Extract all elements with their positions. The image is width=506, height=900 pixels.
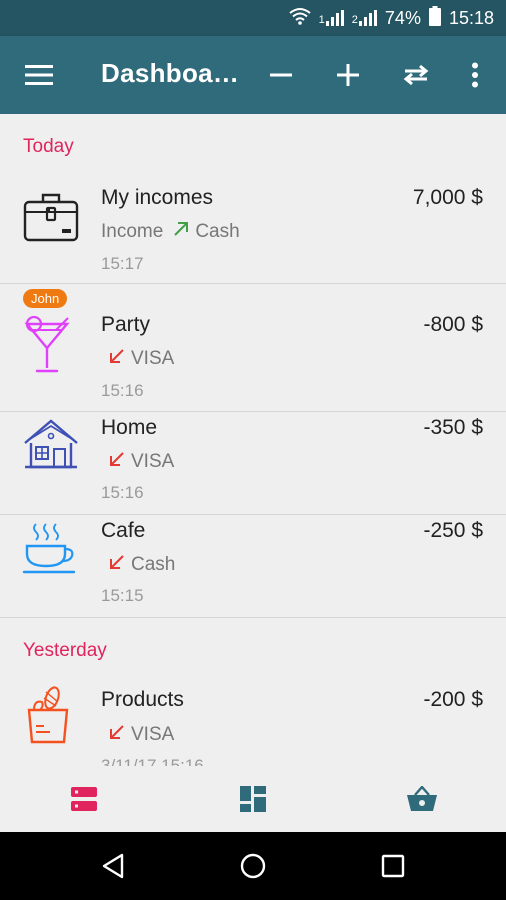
more-vert-icon[interactable] xyxy=(451,36,499,114)
arrow-down-left-icon xyxy=(109,554,125,576)
transaction-row[interactable]: Home -350 $ VISA 15:16 xyxy=(0,411,506,515)
house-icon xyxy=(22,417,80,475)
section-label-today: Today xyxy=(23,136,74,157)
transaction-amount: -250 $ xyxy=(423,519,483,542)
transaction-time: 15:16 xyxy=(101,381,144,400)
transfer-icon[interactable] xyxy=(392,36,440,114)
transaction-row[interactable]: My incomes 7,000 $ Income Cash 15:17 xyxy=(0,170,506,284)
transaction-meta: VISA xyxy=(101,724,174,746)
transaction-amount: -350 $ xyxy=(423,416,483,439)
dashboard-icon[interactable] xyxy=(213,766,293,832)
minus-icon[interactable] xyxy=(257,36,305,114)
account-label: Cash xyxy=(195,221,240,242)
bottom-tab-bar xyxy=(0,766,506,832)
section-label-yesterday: Yesterday xyxy=(23,640,107,661)
transaction-time: 15:16 xyxy=(101,483,144,502)
sim1-label: 1 xyxy=(318,14,325,26)
signal-sim2-icon: 2 xyxy=(352,10,377,26)
account-label: VISA xyxy=(131,348,175,369)
briefcase-icon xyxy=(22,188,80,246)
basket-icon[interactable] xyxy=(382,766,462,832)
transaction-name: Products xyxy=(101,688,184,711)
transaction-amount: -200 $ xyxy=(423,688,483,711)
transaction-row[interactable]: Products -200 $ VISA 3/11/17 15:16 xyxy=(0,674,506,766)
list-icon[interactable] xyxy=(44,766,124,832)
transaction-meta: Income Cash xyxy=(101,221,240,243)
transaction-meta: Cash xyxy=(101,554,175,576)
back-icon[interactable] xyxy=(83,832,143,900)
transaction-name: Home xyxy=(101,416,158,439)
transaction-amount: 7,000 $ xyxy=(412,186,483,209)
battery-percent: 74% xyxy=(384,7,421,28)
arrow-down-left-icon xyxy=(109,348,125,370)
page-title: Dashboa… xyxy=(101,58,240,88)
grocery-bag-icon xyxy=(22,686,80,744)
signal-sim1-icon: 1 xyxy=(319,10,344,26)
transaction-amount: -800 $ xyxy=(423,313,483,336)
clock: 15:18 xyxy=(448,7,494,28)
transaction-name: My incomes xyxy=(101,186,214,209)
member-badge: John xyxy=(23,289,68,308)
account-label: VISA xyxy=(131,724,175,745)
account-label: Cash xyxy=(131,554,176,575)
system-nav-bar xyxy=(0,832,506,900)
transaction-time: 15:17 xyxy=(101,254,144,273)
battery-icon xyxy=(428,5,441,31)
status-bar: 1 2 74% 15:18 xyxy=(0,0,506,36)
category-label: Income xyxy=(101,221,164,242)
wifi-icon xyxy=(289,7,311,30)
transaction-meta: VISA xyxy=(101,451,174,473)
arrow-up-right-icon xyxy=(173,221,189,243)
transaction-meta: VISA xyxy=(101,348,174,370)
coffee-cup-icon xyxy=(22,520,80,578)
home-icon[interactable] xyxy=(223,832,283,900)
app-bar: Dashboa… xyxy=(0,36,506,114)
arrow-down-left-icon xyxy=(109,451,125,473)
recents-icon[interactable] xyxy=(363,832,423,900)
transaction-time: 15:15 xyxy=(101,586,144,605)
transaction-list: Today My incomes 7,000 $ Income Cash 15:… xyxy=(0,114,506,766)
sim2-label: 2 xyxy=(351,14,358,26)
account-label: VISA xyxy=(131,451,175,472)
transaction-time: 3/11/17 15:16 xyxy=(101,756,204,766)
transaction-name: Party xyxy=(101,313,151,336)
transaction-name: Cafe xyxy=(101,519,146,542)
transaction-row[interactable]: John Party -800 $ VISA 15:16 xyxy=(0,283,506,412)
cocktail-icon xyxy=(22,315,80,374)
transaction-row[interactable]: Cafe -250 $ Cash 15:15 xyxy=(0,514,506,618)
arrow-down-left-icon xyxy=(109,724,125,746)
menu-icon[interactable] xyxy=(15,36,63,114)
plus-icon[interactable] xyxy=(324,36,372,114)
